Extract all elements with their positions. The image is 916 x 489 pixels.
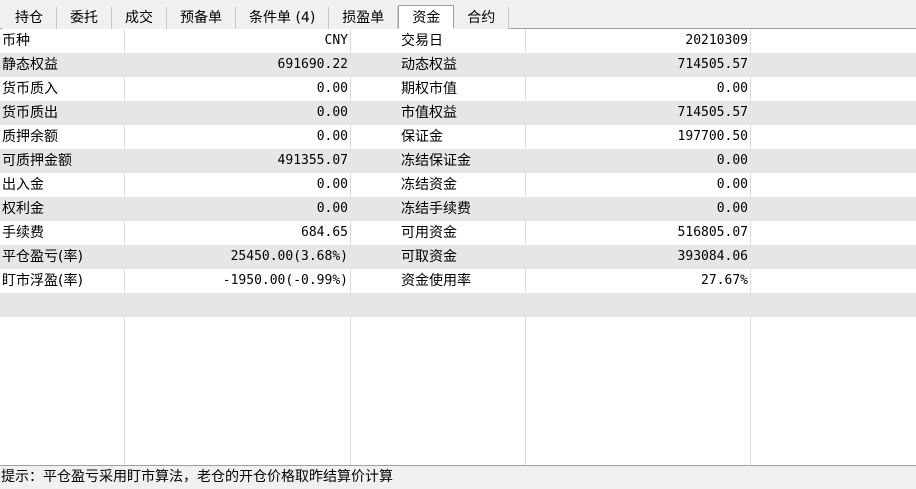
table-row[interactable]: 货币质出 0.00 市值权益 714505.57 [0, 101, 916, 125]
field-value: 516805.07 [677, 225, 748, 240]
tab-conditional-orders[interactable]: 条件单 (4) [236, 7, 330, 29]
field-value: 0.00 [716, 201, 748, 216]
field-label: 可用资金 [401, 225, 457, 241]
field-value: 0.00 [716, 153, 748, 168]
field-label: 可取资金 [401, 249, 457, 265]
field-label: 平仓盈亏(率) [2, 249, 83, 265]
field-value: 393084.06 [677, 249, 748, 264]
field-label: 市值权益 [401, 105, 457, 121]
field-label: 币种 [2, 33, 30, 49]
field-label: 货币质出 [2, 105, 58, 121]
field-value: 0.00 [716, 177, 748, 192]
field-value: 25450.00(3.68%) [230, 249, 348, 264]
status-hint-text: 提示：平仓盈亏采用盯市算法，老仓的开仓价格取昨结算价计算 [1, 469, 393, 485]
field-value: 20210309 [685, 33, 748, 48]
field-value: 0.00 [316, 105, 348, 120]
tab-funds[interactable]: 资金 [398, 5, 455, 29]
tab-trades[interactable]: 成交 [112, 7, 167, 29]
field-value: 0.00 [316, 129, 348, 144]
tab-prepared-orders[interactable]: 预备单 [167, 7, 236, 29]
field-label: 静态权益 [2, 57, 58, 73]
table-row[interactable]: 盯市浮盈(率) -1950.00(-0.99%) 资金使用率 27.67% [0, 269, 916, 293]
table-row[interactable]: 出入金 0.00 冻结资金 0.00 [0, 173, 916, 197]
field-label: 货币质入 [2, 81, 58, 97]
field-label: 交易日 [401, 33, 443, 49]
tab-bar: 持仓 委托 成交 预备单 条件单 (4) 损盈单 资金 合约 [0, 0, 916, 29]
field-value: 714505.57 [677, 105, 748, 120]
field-value: 0.00 [316, 81, 348, 96]
table-row[interactable]: 币种 CNY 交易日 20210309 [0, 29, 916, 53]
field-label: 冻结资金 [401, 177, 457, 193]
field-value: 27.67% [701, 273, 748, 288]
field-value: 0.00 [316, 177, 348, 192]
field-value: 491355.07 [277, 153, 348, 168]
status-bar: 提示：平仓盈亏采用盯市算法，老仓的开仓价格取昨结算价计算 [0, 465, 916, 489]
field-value: CNY [324, 33, 348, 48]
field-label: 盯市浮盈(率) [2, 273, 83, 289]
field-label: 冻结保证金 [401, 153, 471, 169]
field-label: 期权市值 [401, 81, 457, 97]
field-value: 684.65 [301, 225, 348, 240]
table-row[interactable]: 权利金 0.00 冻结手续费 0.00 [0, 197, 916, 221]
field-label: 保证金 [401, 129, 443, 145]
field-label: 权利金 [2, 201, 44, 217]
field-label: 资金使用率 [401, 273, 471, 289]
field-value: 0.00 [316, 201, 348, 216]
field-label: 出入金 [2, 177, 44, 193]
table-row[interactable]: 平仓盈亏(率) 25450.00(3.68%) 可取资金 393084.06 [0, 245, 916, 269]
table-row[interactable]: 可质押金额 491355.07 冻结保证金 0.00 [0, 149, 916, 173]
field-value: -1950.00(-0.99%) [222, 273, 348, 288]
field-label: 冻结手续费 [401, 201, 471, 217]
tab-stop-orders[interactable]: 损盈单 [329, 7, 399, 29]
field-label: 质押余额 [2, 129, 58, 145]
funds-grid: 币种 CNY 交易日 20210309 静态权益 691690.22 动态权益 … [0, 29, 916, 465]
tab-positions[interactable]: 持仓 [2, 7, 57, 29]
empty-row [0, 293, 916, 317]
field-label: 可质押金额 [2, 153, 72, 169]
field-value: 691690.22 [277, 57, 348, 72]
table-row[interactable]: 质押余额 0.00 保证金 197700.50 [0, 125, 916, 149]
tab-contracts[interactable]: 合约 [454, 7, 510, 29]
field-value: 714505.57 [677, 57, 748, 72]
table-row[interactable]: 货币质入 0.00 期权市值 0.00 [0, 77, 916, 101]
table-row[interactable]: 手续费 684.65 可用资金 516805.07 [0, 221, 916, 245]
table-row[interactable]: 静态权益 691690.22 动态权益 714505.57 [0, 53, 916, 77]
field-label: 手续费 [2, 225, 44, 241]
field-value: 0.00 [716, 81, 748, 96]
field-value: 197700.50 [677, 129, 748, 144]
tab-orders[interactable]: 委托 [57, 7, 112, 29]
field-label: 动态权益 [401, 57, 457, 73]
